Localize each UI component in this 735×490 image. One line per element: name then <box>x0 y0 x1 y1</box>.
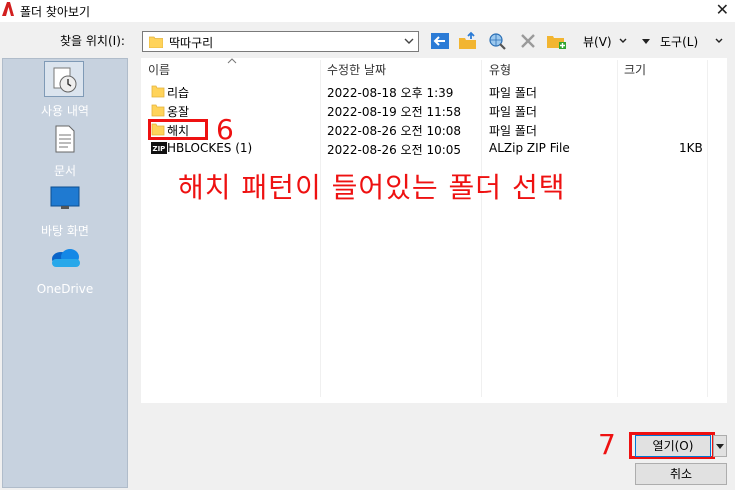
sort-up-icon <box>227 58 237 64</box>
place-label: OneDrive <box>36 282 94 296</box>
caret-down-icon <box>716 444 724 449</box>
chevron-down-icon <box>404 38 414 44</box>
title-bar: 폴더 찾아보기 ✕ <box>0 0 735 22</box>
file-date: 2022-08-18 오후 1:39 <box>327 86 454 100</box>
place-recent[interactable]: 사용 내역 <box>3 65 127 118</box>
documents-icon <box>55 125 75 153</box>
file-date: 2022-08-19 오전 11:58 <box>327 105 462 119</box>
file-name: HBLOCKES (1) <box>167 141 253 155</box>
up-folder-icon[interactable] <box>458 30 478 52</box>
new-folder-icon[interactable] <box>546 30 568 52</box>
annotation-step-6: 6 <box>216 113 234 146</box>
delete-icon[interactable] <box>518 30 538 52</box>
zip-icon: ZIP <box>151 142 167 154</box>
annotation-box-folder <box>148 119 208 140</box>
place-documents[interactable]: 문서 <box>3 125 127 178</box>
lookin-label: 찾을 위치(I): <box>60 34 125 48</box>
lookin-value: 딱따구리 <box>169 36 214 50</box>
file-type: 파일 폴더 <box>489 124 537 138</box>
close-button[interactable]: ✕ <box>716 0 729 19</box>
tools-menu[interactable]: 도구(L) <box>660 33 698 50</box>
chevron-down-icon[interactable] <box>713 30 725 52</box>
cancel-button[interactable]: 취소 <box>635 463 727 485</box>
place-onedrive[interactable]: OneDrive <box>3 245 127 296</box>
file-list[interactable]: 이름 수정한 날짜 유형 크기 리습 2022-08-18 오후 1:39 파일… <box>141 58 727 403</box>
column-header-size[interactable]: 크기 <box>624 61 646 83</box>
place-label: 바탕 화면 <box>41 224 89 238</box>
annotation-instruction: 해치 패턴이 들어있는 폴더 선택 <box>178 171 566 204</box>
open-dropdown-button[interactable] <box>713 435 727 457</box>
window-title: 폴더 찾아보기 <box>20 5 91 19</box>
file-date: 2022-08-26 오전 10:05 <box>327 143 462 157</box>
place-desktop[interactable]: 바탕 화면 <box>3 185 127 238</box>
caret-down-icon[interactable] <box>640 30 652 52</box>
recent-icon <box>53 67 77 93</box>
file-size: 1KB <box>679 141 703 155</box>
file-type: 파일 폴더 <box>489 105 537 119</box>
autocad-logo-icon <box>2 2 14 16</box>
file-name: 옹잘 <box>167 105 190 119</box>
file-row[interactable]: 리습 2022-08-18 오후 1:39 파일 폴더 <box>141 82 727 101</box>
file-type: 파일 폴더 <box>489 86 537 100</box>
column-header-date[interactable]: 수정한 날짜 <box>327 61 386 83</box>
places-bar: 사용 내역 문서 바탕 화면 OneDrive <box>2 58 128 488</box>
column-header-name[interactable]: 이름 <box>148 61 170 83</box>
place-label: 사용 내역 <box>41 104 89 118</box>
column-header-type[interactable]: 유형 <box>489 61 511 83</box>
folder-icon <box>151 85 165 98</box>
svg-text:ZIP: ZIP <box>153 145 166 153</box>
annotation-step-7: 7 <box>598 428 616 461</box>
back-icon[interactable] <box>430 30 450 52</box>
folder-icon <box>149 36 163 48</box>
file-type: ALZip ZIP File <box>489 141 570 155</box>
desktop-icon <box>50 186 80 209</box>
chevron-down-icon[interactable] <box>617 30 629 52</box>
view-menu[interactable]: 뷰(V) <box>583 33 612 50</box>
search-web-icon[interactable] <box>487 30 507 52</box>
onedrive-icon <box>52 249 80 267</box>
folder-icon <box>151 104 165 117</box>
file-date: 2022-08-26 오전 10:08 <box>327 124 462 138</box>
lookin-combobox[interactable]: 딱따구리 <box>142 31 419 52</box>
place-label: 문서 <box>53 164 77 178</box>
open-button[interactable]: 열기(O) <box>635 435 711 457</box>
file-name: 리습 <box>167 86 190 100</box>
